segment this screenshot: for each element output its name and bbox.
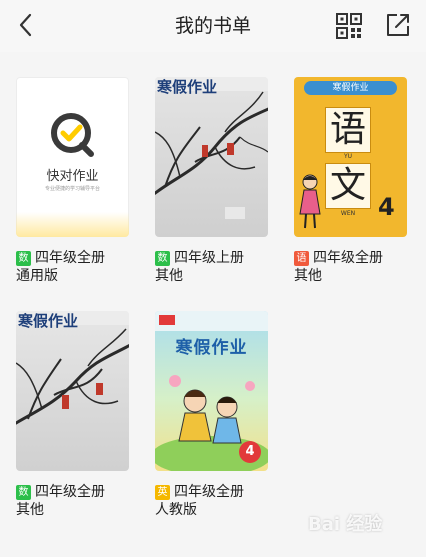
cover-pinyin: WEN	[340, 210, 356, 217]
book-cover: 寒假作业	[155, 77, 268, 237]
tree-branches-illustration	[155, 77, 268, 219]
brand-name: 快对作业	[46, 169, 99, 184]
book-edition: 人教版	[155, 502, 197, 518]
book-cover: 快对作业 专业便捷的学习辅导平台	[16, 77, 129, 237]
cover-title: 寒假作业	[157, 78, 218, 96]
cover-top-banner: 寒假作业	[304, 81, 397, 95]
kuaidui-logo-icon	[51, 113, 94, 157]
qr-code-icon[interactable]	[336, 13, 362, 39]
book-caption: 语四年级全册 其他	[294, 249, 412, 285]
cover-bottom-glow	[16, 212, 129, 237]
book-grade: 四年级全册	[174, 484, 244, 500]
cover-title: 寒假作业	[18, 312, 79, 330]
tree-branches-illustration	[16, 311, 129, 425]
brand-tagline: 专业便捷的学习辅导平台	[44, 186, 100, 192]
girl-illustration	[299, 174, 321, 229]
book-grade: 四年级全册	[35, 250, 105, 266]
cover-title: 寒假作业	[175, 338, 248, 358]
page-title: 我的书单	[174, 15, 251, 37]
cover-char-box: 语	[325, 107, 371, 153]
cover-char: 文	[329, 165, 366, 206]
book-caption: 数四年级上册 其他	[155, 249, 273, 285]
book-grade: 四年级上册	[174, 250, 244, 266]
cover-char-box: 文	[325, 163, 371, 209]
book-cover: 寒假作业	[16, 311, 129, 471]
book-edition: 通用版	[16, 268, 58, 284]
book-edition: 其他	[155, 268, 183, 284]
book-cover: 寒假作业 4	[155, 311, 268, 471]
book-edition: 其他	[294, 268, 322, 284]
book-caption: 英四年级全册 人教版	[155, 483, 273, 519]
subject-badge: 语	[294, 251, 309, 266]
book-grade: 四年级全册	[35, 484, 105, 500]
top-bar: 我的书单	[0, 0, 426, 52]
book-edition: 其他	[16, 502, 44, 518]
cover-pinyin: YU	[343, 153, 353, 160]
cover-publisher-tag	[159, 315, 175, 325]
subject-badge: 英	[155, 485, 170, 500]
subject-badge: 数	[16, 485, 31, 500]
share-icon[interactable]	[384, 11, 412, 39]
cover-char: 语	[329, 109, 366, 150]
subject-badge: 数	[155, 251, 170, 266]
cover-grade-badge: 4	[239, 441, 261, 463]
subject-badge: 数	[16, 251, 31, 266]
book-cover: 寒假作业 语 YU 文 WEN 4	[294, 77, 407, 237]
cover-grade-number: 4	[378, 193, 395, 221]
watermark: Bai 经验	[308, 514, 383, 535]
book-grade: 四年级全册	[313, 250, 383, 266]
book-caption: 数四年级全册 通用版	[16, 249, 134, 285]
book-caption: 数四年级全册 其他	[16, 483, 134, 519]
